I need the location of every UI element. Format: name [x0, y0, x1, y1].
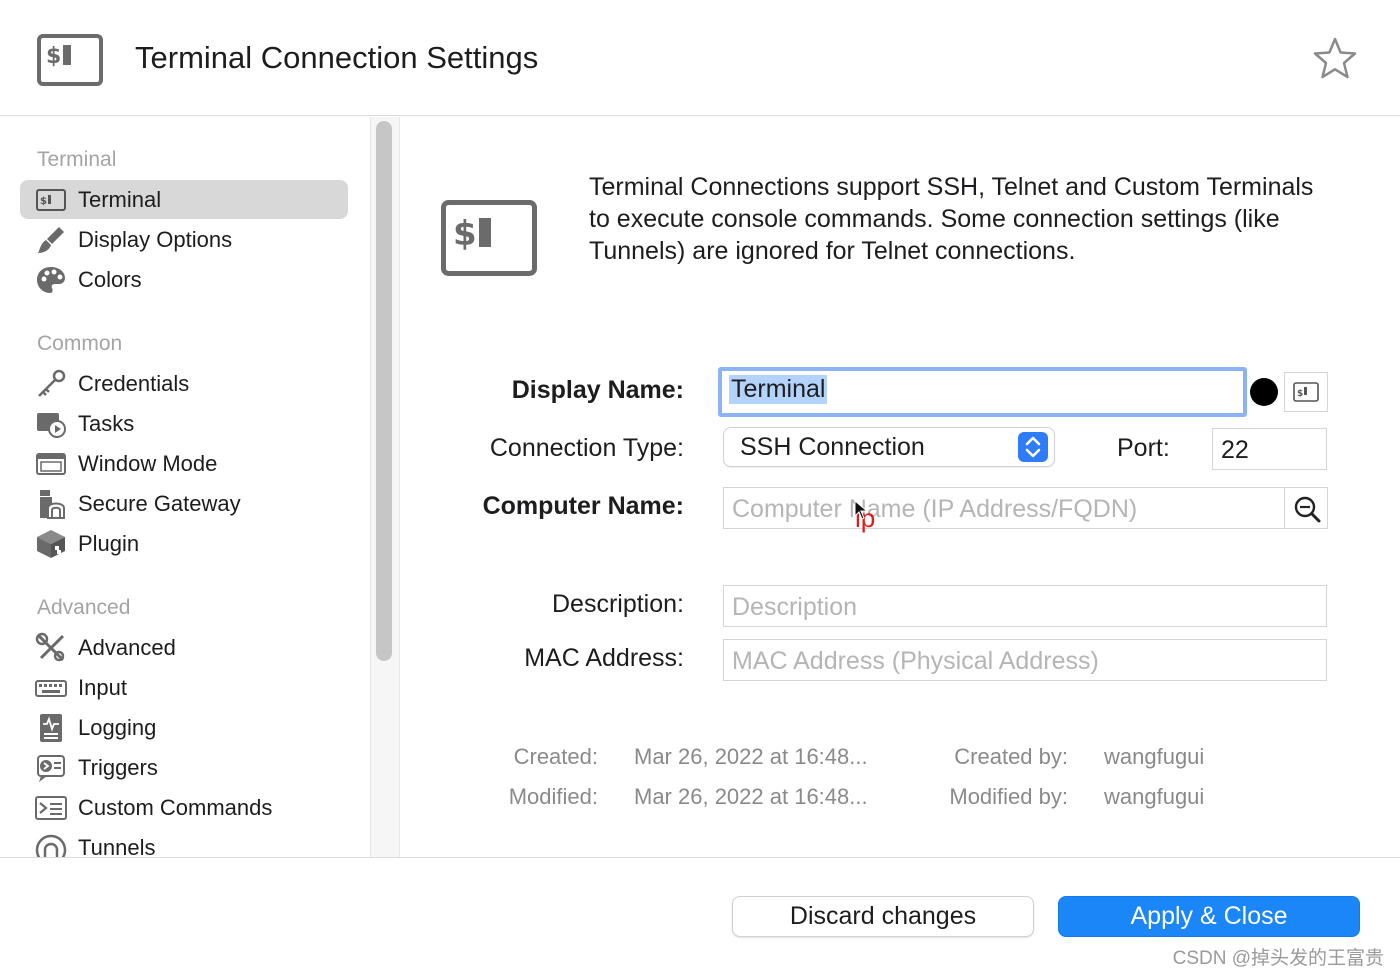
palette-icon	[35, 264, 67, 296]
star-icon[interactable]	[1312, 36, 1358, 85]
sidebar-section-advanced: Advanced	[37, 596, 131, 619]
modified-value: Mar 26, 2022 at 16:48...	[634, 784, 868, 809]
discard-changes-button[interactable]: Discard changes	[732, 896, 1034, 937]
description-label: Description:	[552, 590, 684, 618]
display-name-field[interactable]: Terminal	[718, 367, 1247, 417]
display-name-label: Display Name:	[511, 376, 684, 404]
sidebar-item-label: Credentials	[78, 371, 190, 396]
sidebar-item-label: Input	[78, 675, 127, 700]
sidebar-item-label: Plugin	[78, 531, 140, 556]
tools-icon	[35, 632, 67, 664]
sidebar-item-tunnels[interactable]: Tunnels	[20, 828, 348, 857]
sidebar-item-logging[interactable]: Logging	[20, 708, 348, 747]
key-icon	[35, 368, 67, 400]
created-label: Created:	[513, 744, 598, 769]
created-by-value: wangfugui	[1104, 744, 1205, 769]
sidebar-item-window-mode[interactable]: Window Mode	[20, 444, 348, 483]
svg-text:$: $	[1297, 389, 1303, 399]
sidebar-item-custom-commands[interactable]: Custom Commands	[20, 788, 348, 827]
brush-icon	[35, 224, 67, 256]
modified-by-label: Modified by:	[949, 784, 1068, 809]
sidebar-scrollbar-thumb[interactable]	[376, 121, 392, 661]
sidebar-item-label: Custom Commands	[78, 795, 273, 820]
sidebar-item-colors[interactable]: Colors	[20, 260, 348, 299]
sidebar-section-common: Common	[37, 332, 123, 355]
mac-address-field[interactable]: MAC Address (Physical Address)	[723, 639, 1327, 681]
mac-address-placeholder: MAC Address (Physical Address)	[732, 647, 1099, 675]
description-field[interactable]: Description	[723, 585, 1327, 627]
footer: Discard changes Apply & Close CSDN @掉头发的…	[0, 857, 1400, 978]
connection-type-value: SSH Connection	[740, 433, 925, 461]
terminal-icon: $	[441, 200, 537, 281]
svg-text:$: $	[453, 214, 477, 254]
sidebar-item-plugin[interactable]: Plugin	[20, 524, 348, 563]
cube-icon	[35, 528, 67, 560]
sidebar: Terminal $ Terminal Display Options Colo…	[0, 117, 370, 857]
port-field[interactable]: 22	[1212, 428, 1327, 470]
icon-picker-button[interactable]: $	[1284, 372, 1328, 412]
sidebar-item-triggers[interactable]: Triggers	[20, 748, 348, 787]
sidebar-item-terminal[interactable]: $ Terminal	[20, 180, 348, 219]
computer-name-field[interactable]: Computer Name (IP Address/FQDN)	[723, 487, 1285, 529]
color-picker-dot[interactable]	[1250, 378, 1278, 406]
tunnel-icon	[35, 832, 67, 857]
apply-close-button[interactable]: Apply & Close	[1058, 896, 1360, 937]
terminal-icon: $	[37, 34, 103, 91]
chevron-up-down-icon	[1018, 432, 1048, 462]
terminal-icon: $	[35, 184, 67, 216]
mac-address-label: MAC Address:	[524, 644, 684, 672]
sidebar-item-secure-gateway[interactable]: Secure Gateway	[20, 484, 348, 523]
browse-button[interactable]	[1284, 487, 1328, 529]
command-icon	[35, 792, 67, 824]
sidebar-item-label: Terminal	[78, 187, 162, 212]
created-value: Mar 26, 2022 at 16:48...	[634, 744, 868, 769]
cursor-icon	[854, 499, 870, 525]
modified-by-value: wangfugui	[1104, 784, 1205, 809]
port-label: Port:	[1117, 434, 1170, 462]
sidebar-item-label: Tasks	[78, 411, 135, 436]
created-by-label: Created by:	[954, 744, 1068, 769]
search-icon	[1293, 495, 1321, 528]
svg-text:$: $	[40, 196, 47, 207]
sidebar-item-credentials[interactable]: Credentials	[20, 364, 348, 403]
header: $ Terminal Connection Settings	[0, 0, 1400, 116]
connection-type-select[interactable]: SSH Connection	[723, 427, 1055, 467]
sidebar-item-label: Display Options	[78, 227, 233, 252]
sidebar-item-label: Secure Gateway	[78, 491, 241, 516]
sidebar-item-tasks[interactable]: Tasks	[20, 404, 348, 443]
tasks-icon	[35, 408, 67, 440]
sidebar-item-display-options[interactable]: Display Options	[20, 220, 348, 259]
window-icon	[35, 448, 67, 480]
log-icon	[35, 712, 67, 744]
sidebar-item-label: Tunnels	[78, 835, 156, 857]
trigger-icon	[35, 752, 67, 784]
gateway-icon	[35, 488, 67, 520]
watermark: CSDN @掉头发的王富贵	[1172, 948, 1384, 969]
main-panel: $ Terminal Connections support SSH, Teln…	[401, 117, 1400, 857]
description-placeholder: Description	[732, 593, 858, 621]
modified-label: Modified:	[508, 784, 598, 809]
computer-name-label: Computer Name:	[482, 492, 684, 520]
terminal-icon: $	[1293, 382, 1319, 407]
svg-text:$: $	[46, 44, 61, 69]
sidebar-item-label: Window Mode	[78, 451, 218, 476]
intro-text: Terminal Connections support SSH, Telnet…	[589, 173, 1314, 265]
sidebar-item-label: Triggers	[78, 755, 158, 780]
connection-type-label: Connection Type:	[489, 434, 684, 462]
port-value: 22	[1221, 436, 1249, 464]
sidebar-item-advanced[interactable]: Advanced	[20, 628, 348, 667]
computer-name-placeholder: Computer Name (IP Address/FQDN)	[732, 495, 1138, 523]
sidebar-item-input[interactable]: Input	[20, 668, 348, 707]
display-name-value: Terminal	[729, 375, 828, 404]
sidebar-item-label: Advanced	[78, 635, 176, 660]
keyboard-icon	[35, 672, 67, 704]
settings-window: $ Terminal Connection Settings Terminal …	[0, 0, 1400, 978]
sidebar-section-terminal: Terminal	[37, 148, 117, 171]
sidebar-item-label: Colors	[78, 267, 142, 292]
page-title: Terminal Connection Settings	[135, 40, 539, 75]
sidebar-item-label: Logging	[78, 715, 157, 740]
